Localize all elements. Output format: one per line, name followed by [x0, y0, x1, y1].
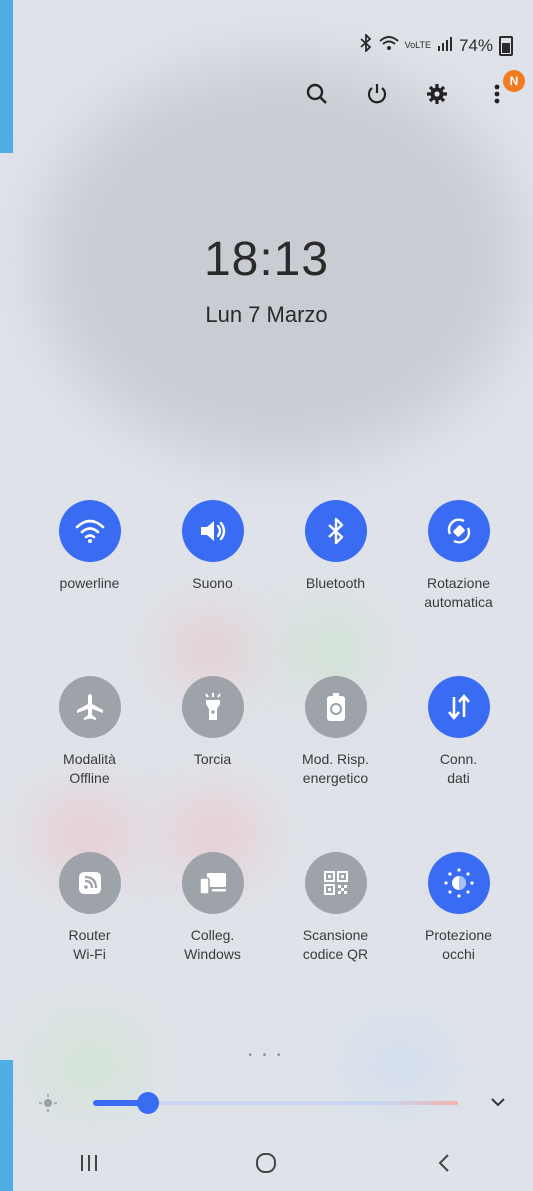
- tile-label: Bluetooth: [305, 575, 366, 591]
- brightness-slider-thumb[interactable]: [136, 1092, 159, 1114]
- back-button[interactable]: [414, 1148, 474, 1178]
- tile-eye-comfort-toggle[interactable]: [427, 852, 490, 914]
- tile-label: Protezione occhi: [425, 927, 492, 962]
- tile-wifi-toggle[interactable]: [58, 500, 121, 562]
- notification-badge: N: [503, 70, 525, 92]
- recent-apps-button[interactable]: [59, 1148, 119, 1178]
- qr-icon: [323, 871, 348, 895]
- home-button[interactable]: [236, 1148, 296, 1178]
- tile-mobile-data-toggle[interactable]: [427, 676, 490, 738]
- airplane-icon: [76, 694, 103, 720]
- power-icon: [367, 84, 387, 104]
- tile-bluetooth[interactable]: Bluetooth: [274, 500, 397, 676]
- tile-airplane-mode-toggle[interactable]: [58, 676, 121, 738]
- tile-airplane-mode[interactable]: Modalità Offline: [28, 676, 151, 852]
- chevron-down-icon[interactable]: [490, 1096, 506, 1108]
- recent-apps-icon: [80, 1155, 97, 1171]
- tile-label: Router Wi-Fi: [68, 927, 111, 962]
- link-windows-icon: [198, 873, 226, 895]
- eye-comfort-icon: [443, 868, 474, 898]
- tile-label: Colleg. Windows: [184, 927, 241, 962]
- tile-flashlight[interactable]: Torcia: [151, 676, 274, 852]
- wifi-icon: [75, 519, 104, 543]
- side-edge-handle[interactable]: [0, 0, 13, 153]
- network-type-label: VoLTE: [404, 40, 431, 50]
- settings-button[interactable]: [421, 78, 453, 110]
- tile-label: Suono: [192, 575, 233, 591]
- search-button[interactable]: [301, 78, 333, 110]
- tile-label: Mod. Risp. energetico: [302, 751, 369, 786]
- signal-icon: [437, 36, 453, 56]
- power-saving-icon: [326, 693, 345, 721]
- tile-power-saving-toggle[interactable]: [304, 676, 367, 738]
- tile-label: Scansione codice QR: [302, 927, 369, 962]
- tile-label: Modalità Offline: [63, 751, 116, 786]
- more-options-button[interactable]: N: [481, 70, 525, 110]
- tile-flashlight-toggle[interactable]: [181, 676, 244, 738]
- clock-time: 18:13: [203, 233, 330, 286]
- tile-link-windows[interactable]: Colleg. Windows: [151, 852, 274, 1028]
- battery-percent: 74%: [458, 35, 493, 55]
- flashlight-icon: [204, 693, 221, 720]
- tile-sound[interactable]: Suono: [151, 500, 274, 676]
- status-bar: VoLTE 74%: [359, 32, 513, 57]
- tile-auto-rotate-toggle[interactable]: [427, 500, 490, 562]
- bluetooth-status-icon: [359, 32, 373, 57]
- tile-qr-scanner[interactable]: Scansione codice QR: [274, 852, 397, 1028]
- tile-power-saving[interactable]: Mod. Risp. energetico: [274, 676, 397, 852]
- tile-label: Conn. dati: [439, 751, 478, 786]
- brightness-icon: [39, 1094, 57, 1112]
- clock-date: Lun 7 Marzo: [205, 302, 328, 327]
- quick-panel-actions: N: [301, 70, 525, 110]
- tile-mobile-data[interactable]: Conn. dati: [397, 676, 520, 852]
- back-icon: [438, 1154, 449, 1172]
- tile-auto-rotate[interactable]: Rotazione automatica: [397, 500, 520, 676]
- auto-rotate-icon: [447, 518, 470, 544]
- gear-icon: [427, 84, 447, 104]
- tile-label: powerline: [59, 575, 120, 591]
- sound-icon: [200, 521, 225, 541]
- home-icon: [256, 1153, 277, 1173]
- tile-link-windows-toggle[interactable]: [181, 852, 244, 914]
- tile-bluetooth-toggle[interactable]: [304, 500, 367, 562]
- tile-label: Torcia: [193, 751, 232, 767]
- brightness-control: [38, 1088, 513, 1118]
- page-indicator[interactable]: • • •: [0, 1050, 533, 1061]
- wifi-status-icon: [378, 35, 399, 56]
- navigation-bar: [0, 1148, 533, 1178]
- tile-wifi-hotspot-toggle[interactable]: [58, 852, 121, 914]
- tile-qr-scanner-toggle[interactable]: [304, 852, 367, 914]
- more-vertical-icon: [494, 84, 500, 104]
- power-button[interactable]: [361, 78, 393, 110]
- mobile-data-icon: [447, 693, 470, 721]
- tile-wifi-hotspot[interactable]: Router Wi-Fi: [28, 852, 151, 1028]
- bluetooth-icon: [327, 517, 343, 545]
- tile-wifi[interactable]: powerline: [28, 500, 151, 676]
- hotspot-icon: [78, 872, 101, 894]
- tile-sound-toggle[interactable]: [181, 500, 244, 562]
- tile-eye-comfort[interactable]: Protezione occhi: [397, 852, 520, 1028]
- tile-label: Rotazione automatica: [424, 575, 493, 610]
- quick-settings-grid: powerline Suono Bluetooth Rotazione auto…: [28, 500, 518, 1028]
- search-icon: [306, 83, 327, 104]
- battery-icon: [499, 35, 513, 56]
